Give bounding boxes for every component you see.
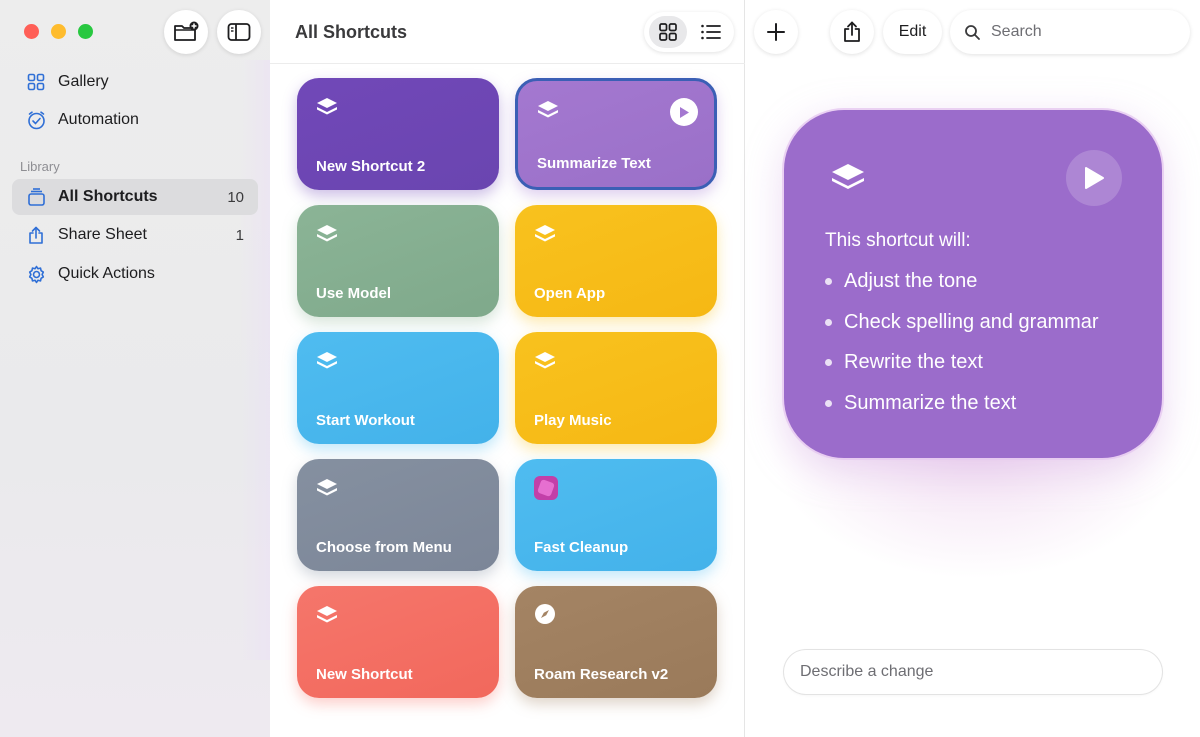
action-item-label: Summarize the text bbox=[844, 391, 1017, 414]
shortcut-tile-label: Use Model bbox=[316, 285, 392, 302]
run-shortcut-button[interactable] bbox=[1066, 150, 1122, 206]
shortcut-tile[interactable]: Choose from Menu bbox=[297, 459, 499, 571]
new-folder-button[interactable] bbox=[164, 10, 208, 54]
app-icon bbox=[533, 475, 558, 500]
list-icon bbox=[701, 24, 721, 40]
zoom-window-button[interactable] bbox=[78, 24, 93, 39]
layers-icon bbox=[533, 348, 557, 372]
toggle-sidebar-button[interactable] bbox=[217, 10, 261, 54]
library-section-label: Library bbox=[20, 159, 60, 174]
play-icon bbox=[1085, 167, 1104, 189]
describe-change-input[interactable] bbox=[800, 663, 1140, 681]
shortcut-tile[interactable]: New Shortcut bbox=[297, 586, 499, 698]
shortcut-tile-label: New Shortcut 2 bbox=[316, 158, 426, 175]
grid-icon bbox=[659, 23, 677, 41]
minimize-window-button[interactable] bbox=[51, 24, 66, 39]
automation-clock-icon bbox=[26, 110, 46, 130]
share-sheet-count: 1 bbox=[235, 226, 244, 244]
shortcut-tile[interactable]: Start Workout bbox=[297, 332, 499, 444]
action-item: Summarize the text bbox=[825, 392, 1099, 433]
bullet bbox=[825, 318, 832, 326]
edit-button[interactable]: Edit bbox=[883, 10, 942, 54]
shortcut-tile[interactable]: Summarize Text bbox=[515, 78, 717, 190]
bullet bbox=[825, 278, 832, 285]
gear-icon bbox=[26, 264, 46, 284]
layers-icon bbox=[536, 97, 560, 121]
shortcuts-grid-panel: All Shortcuts New Shortcut 2 Summarize Te… bbox=[270, 0, 745, 737]
layers-icon bbox=[315, 348, 339, 372]
search-field[interactable] bbox=[950, 10, 1190, 54]
sidebar: Gallery Automation Library All Shortcuts… bbox=[0, 0, 270, 737]
add-shortcut-button[interactable] bbox=[754, 10, 798, 54]
sidebar-item-label: Quick Actions bbox=[58, 265, 155, 282]
sidebar-item-share-sheet[interactable]: Share Sheet 1 bbox=[12, 217, 258, 253]
sidebar-icon bbox=[227, 23, 251, 41]
layers-icon bbox=[315, 602, 339, 626]
shortcut-tile[interactable]: Roam Research v2 bbox=[515, 586, 717, 698]
sidebar-item-quick-actions[interactable]: Quick Actions bbox=[12, 256, 258, 292]
layers-icon bbox=[832, 164, 864, 189]
share-icon bbox=[844, 21, 860, 42]
search-input[interactable] bbox=[991, 23, 1171, 41]
page-title: All Shortcuts bbox=[295, 22, 408, 42]
detail-panel: Edit This shortcut will: Adjust the tone… bbox=[746, 0, 1200, 737]
shortcut-tile-label: Fast Cleanup bbox=[534, 539, 629, 556]
action-item: Rewrite the text bbox=[825, 351, 1099, 392]
shortcut-tile-label: Summarize Text bbox=[537, 155, 651, 172]
list-view-button[interactable] bbox=[692, 16, 730, 48]
shortcut-tile[interactable]: Fast Cleanup bbox=[515, 459, 717, 571]
shortcut-tile-label: Play Music bbox=[534, 412, 612, 429]
shortcut-tile-label: New Shortcut bbox=[316, 666, 413, 683]
action-item: Adjust the tone bbox=[825, 270, 1099, 311]
action-item-label: Adjust the tone bbox=[844, 270, 978, 292]
shortcut-preview-card[interactable]: This shortcut will: Adjust the tone Chec… bbox=[784, 110, 1162, 458]
sidebar-item-label: Automation bbox=[58, 111, 139, 128]
card-heading: This shortcut will: bbox=[825, 230, 971, 251]
share-icon bbox=[26, 225, 46, 245]
stack-icon bbox=[26, 187, 46, 207]
shortcuts-window: Gallery Automation Library All Shortcuts… bbox=[0, 0, 1200, 737]
shortcut-tile[interactable]: New Shortcut 2 bbox=[297, 78, 499, 190]
share-button[interactable] bbox=[830, 10, 874, 54]
shortcut-tile-label: Roam Research v2 bbox=[534, 666, 669, 683]
folder-add-icon bbox=[174, 21, 199, 41]
layers-icon bbox=[315, 94, 339, 118]
action-item-label: Check spelling and grammar bbox=[844, 310, 1099, 333]
sidebar-item-automation[interactable]: Automation bbox=[12, 102, 258, 138]
grid-view-button[interactable] bbox=[649, 16, 687, 48]
shortcut-count: 10 bbox=[227, 188, 244, 206]
view-mode-toggle bbox=[644, 12, 734, 52]
sidebar-item-label: All Shortcuts bbox=[58, 188, 158, 205]
sidebar-item-gallery[interactable]: Gallery bbox=[12, 64, 258, 100]
action-list: Adjust the tone Check spelling and gramm… bbox=[825, 270, 1099, 432]
play-icon[interactable] bbox=[670, 98, 698, 126]
sidebar-item-label: Share Sheet bbox=[58, 226, 147, 243]
layers-icon bbox=[533, 221, 557, 245]
sidebar-item-label: Gallery bbox=[58, 73, 109, 90]
layers-icon bbox=[315, 475, 339, 499]
action-item: Check spelling and grammar bbox=[825, 311, 1099, 352]
shortcut-tile-label: Choose from Menu bbox=[316, 539, 452, 556]
toolbar-divider bbox=[270, 63, 745, 64]
bullet bbox=[825, 359, 832, 366]
action-item-label: Rewrite the text bbox=[844, 351, 983, 373]
shortcut-tile[interactable]: Play Music bbox=[515, 332, 717, 444]
edit-button-label: Edit bbox=[898, 23, 927, 40]
shortcut-tile-label: Start Workout bbox=[316, 412, 415, 429]
plus-icon bbox=[767, 23, 785, 41]
gallery-grid-icon bbox=[26, 72, 46, 92]
search-icon bbox=[965, 24, 980, 40]
describe-change-field[interactable] bbox=[784, 650, 1162, 694]
compass-icon bbox=[533, 602, 557, 626]
shortcut-tile[interactable]: Use Model bbox=[297, 205, 499, 317]
bullet bbox=[825, 399, 832, 407]
layers-icon bbox=[315, 221, 339, 245]
shortcut-tile[interactable]: Open App bbox=[515, 205, 717, 317]
sidebar-item-all-shortcuts[interactable]: All Shortcuts 10 bbox=[12, 179, 258, 215]
shortcut-tile-label: Open App bbox=[534, 285, 606, 302]
close-window-button[interactable] bbox=[24, 24, 39, 39]
